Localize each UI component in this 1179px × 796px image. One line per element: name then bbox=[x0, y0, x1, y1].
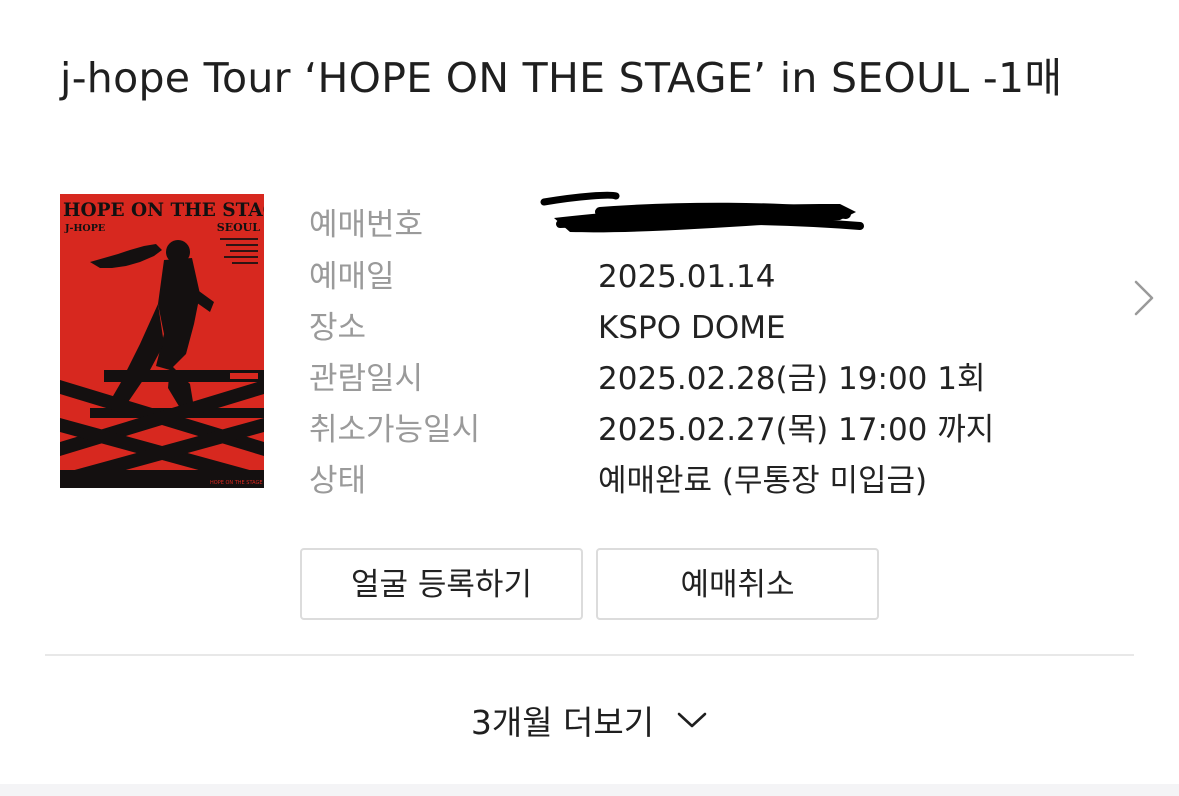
venue-label: 장소 bbox=[309, 310, 367, 346]
poster-headline: HOPE ON THE STAGE bbox=[63, 200, 264, 221]
show-datetime-value: 2025.02.28(금) 19:00 1회 bbox=[598, 361, 986, 397]
info-row-cancel-deadline: 취소가능일시 2025.02.27(목) 17:00 까지 bbox=[309, 410, 1109, 450]
show-datetime-label: 관람일시 bbox=[309, 361, 424, 397]
venue-value: KSPO DOME bbox=[598, 310, 786, 346]
booking-date-value: 2025.01.14 bbox=[598, 259, 776, 295]
chevron-right-icon[interactable] bbox=[1130, 278, 1158, 318]
load-more-label: 3개월 더보기 bbox=[470, 703, 655, 742]
ticket-list-page: j-hope Tour ‘HOPE ON THE STAGE’ in SEOUL… bbox=[0, 0, 1179, 796]
poster-city: SEOUL bbox=[217, 221, 261, 234]
bottom-separator bbox=[0, 784, 1179, 796]
info-row-show-datetime: 관람일시 2025.02.28(금) 19:00 1회 bbox=[309, 359, 1109, 399]
poster-artwork: HOPE ON THE STAGE J-HOPE SEOUL bbox=[60, 194, 264, 488]
event-poster[interactable]: HOPE ON THE STAGE J-HOPE SEOUL bbox=[60, 194, 264, 488]
cancel-booking-button[interactable]: 예매취소 bbox=[596, 548, 879, 620]
status-value: 예매완료 (무통장 미입금) bbox=[598, 463, 928, 499]
booking-date-label: 예매일 bbox=[309, 259, 395, 295]
poster-artist: J-HOPE bbox=[64, 223, 105, 234]
cancel-deadline-label: 취소가능일시 bbox=[309, 412, 481, 448]
info-row-booking-date: 예매일 2025.01.14 bbox=[309, 257, 1109, 297]
section-divider bbox=[45, 654, 1134, 656]
redaction-mark bbox=[540, 191, 864, 233]
load-more-button[interactable]: 3개월 더보기 bbox=[0, 690, 1179, 750]
register-face-button[interactable]: 얼굴 등록하기 bbox=[300, 548, 583, 620]
status-label: 상태 bbox=[309, 463, 367, 499]
cancel-deadline-value: 2025.02.27(목) 17:00 까지 bbox=[598, 412, 995, 448]
svg-text:HOPE ON THE STAGE: HOPE ON THE STAGE bbox=[210, 480, 263, 486]
info-row-venue: 장소 KSPO DOME bbox=[309, 308, 1109, 348]
chevron-down-icon bbox=[677, 712, 707, 728]
ticket-title: j-hope Tour ‘HOPE ON THE STAGE’ in SEOUL… bbox=[60, 54, 1063, 102]
info-row-status: 상태 예매완료 (무통장 미입금) bbox=[309, 461, 1109, 501]
booking-number-label: 예매번호 bbox=[309, 207, 424, 243]
